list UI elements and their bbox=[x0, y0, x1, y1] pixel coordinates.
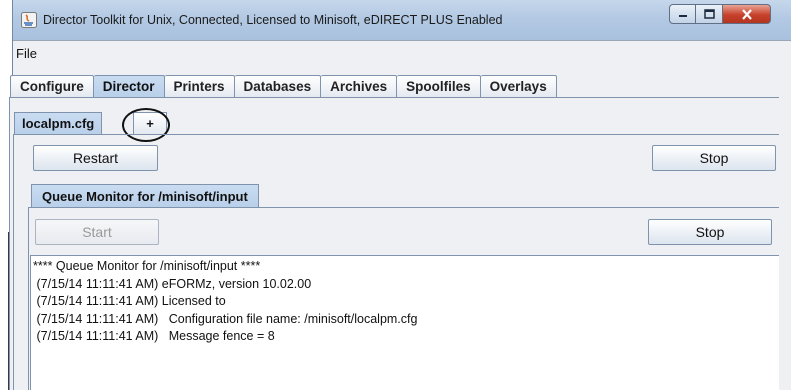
menu-file[interactable]: File bbox=[16, 46, 37, 61]
log-line: (7/15/14 11:11:41 AM) Message fence = 8 bbox=[33, 329, 275, 343]
minimize-button[interactable] bbox=[669, 4, 696, 24]
config-tabs-divider bbox=[13, 134, 779, 135]
tab-director[interactable]: Director bbox=[93, 75, 165, 97]
log-line: (7/15/14 11:11:41 AM) eFORMz, version 10… bbox=[33, 276, 312, 291]
restart-button[interactable]: Restart bbox=[33, 145, 158, 171]
tabs-divider bbox=[9, 97, 779, 98]
title-bar[interactable]: Director Toolkit for Unix, Connected, Li… bbox=[13, 0, 791, 40]
queue-stop-button[interactable]: Stop bbox=[648, 219, 772, 245]
close-icon bbox=[741, 8, 752, 20]
tab-overlays[interactable]: Overlays bbox=[480, 75, 557, 97]
maximize-button[interactable] bbox=[696, 4, 723, 24]
start-button[interactable]: Start bbox=[35, 219, 159, 245]
maximize-icon bbox=[703, 9, 715, 19]
add-config-tab-button[interactable]: + bbox=[133, 112, 167, 134]
close-button[interactable] bbox=[723, 4, 771, 24]
tab-config-file[interactable]: localpm.cfg bbox=[14, 112, 103, 134]
menu-bar: File bbox=[13, 40, 791, 63]
log-line: **** Queue Monitor for /minisoft/input *… bbox=[33, 259, 261, 273]
tab-queue-monitor[interactable]: Queue Monitor for /minisoft/input bbox=[31, 184, 259, 207]
tab-spoolfiles[interactable]: Spoolfiles bbox=[397, 75, 481, 97]
log-line: (7/15/14 11:11:41 AM) Licensed to bbox=[33, 294, 226, 308]
log-line: (7/15/14 11:11:41 AM) Configuration file… bbox=[33, 311, 418, 326]
java-app-icon bbox=[21, 12, 37, 28]
window-title: Director Toolkit for Unix, Connected, Li… bbox=[43, 13, 503, 27]
minimize-icon bbox=[678, 15, 687, 17]
tab-printers[interactable]: Printers bbox=[164, 75, 235, 97]
queue-monitor-tabs-divider bbox=[28, 207, 779, 208]
main-tabs: Configure Director Printers Databases Ar… bbox=[10, 75, 557, 97]
tab-databases[interactable]: Databases bbox=[234, 75, 322, 97]
director-stop-button[interactable]: Stop bbox=[652, 145, 776, 171]
log-output[interactable]: **** Queue Monitor for /minisoft/input *… bbox=[30, 255, 779, 390]
tab-configure[interactable]: Configure bbox=[10, 75, 94, 97]
tab-archives[interactable]: Archives bbox=[321, 75, 398, 97]
window-controls bbox=[669, 4, 771, 24]
